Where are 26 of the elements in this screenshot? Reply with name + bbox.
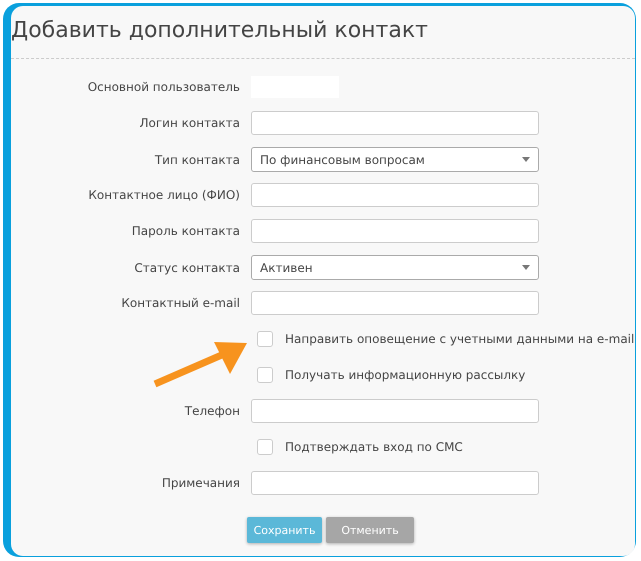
field-label: Пароль контакта [130, 224, 240, 238]
checkbox-label: Направить оповещение с учетными данными на e-mail [285, 332, 634, 346]
caret-icon [522, 157, 530, 162]
field-label: Контактное лицо (ФИО) [87, 188, 240, 202]
checkbox-label: Получать информационную рассылку [285, 368, 526, 382]
input-field[interactable] [251, 399, 539, 423]
caret-icon [522, 265, 530, 270]
field-label: Примечания [160, 476, 240, 490]
input-field[interactable] [251, 111, 539, 135]
field-label: Телефон [184, 404, 240, 418]
dropdown[interactable]: Активен [251, 255, 539, 280]
dropdown[interactable]: По финансовым вопросам [251, 147, 539, 172]
checkbox[interactable] [257, 439, 273, 455]
field-label: Тип контакта [154, 152, 240, 166]
field-label: Логин контакта [138, 116, 240, 130]
field-label: Основной пользователь [86, 80, 240, 94]
input-field[interactable] [251, 183, 539, 207]
checkbox-label: Подтверждать вход по СМС [285, 440, 463, 454]
input-field[interactable] [251, 471, 539, 495]
checkbox[interactable] [257, 367, 273, 383]
page-title: Добавить дополнительный контакт [11, 17, 429, 44]
checkbox[interactable] [257, 331, 273, 347]
field-label: Статус контакта [133, 260, 240, 274]
input-field[interactable] [251, 219, 539, 243]
field-label: Контактный e-mail [120, 296, 240, 310]
input-field[interactable] [251, 291, 539, 315]
